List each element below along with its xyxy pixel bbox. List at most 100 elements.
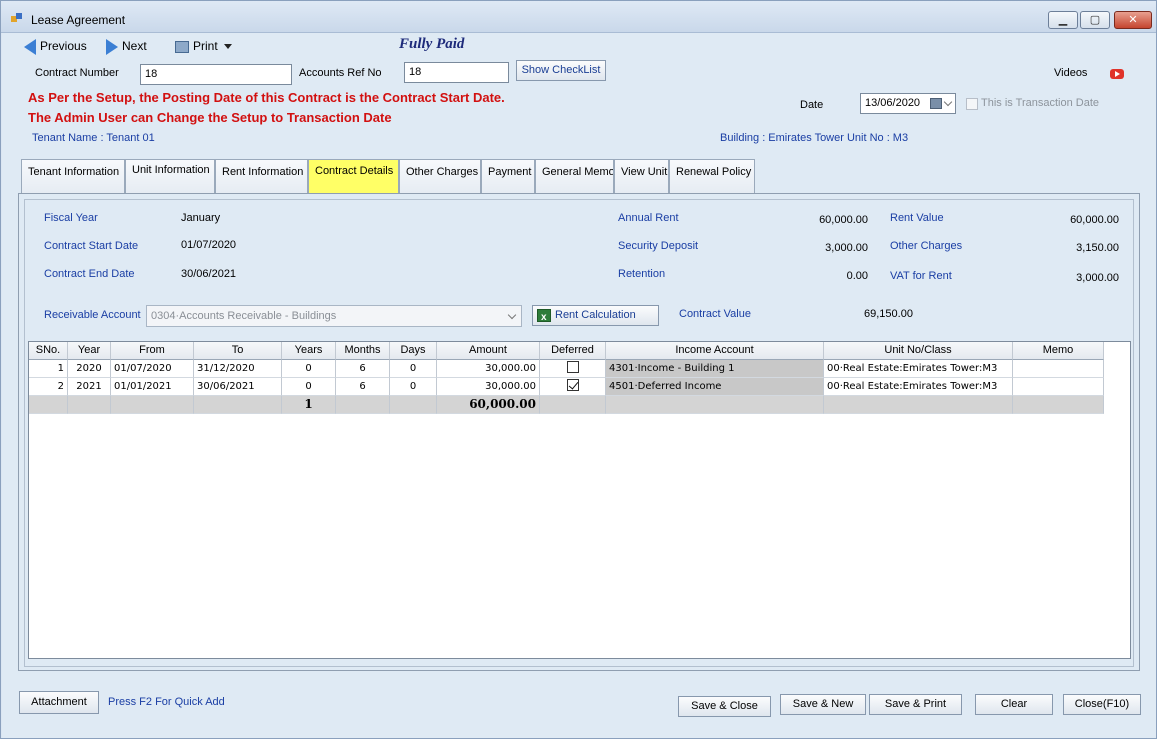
attachment-button[interactable]: Attachment	[19, 691, 99, 714]
close-button[interactable]: Close(F10)	[1063, 694, 1141, 715]
row-unit-class[interactable]: 00·Real Estate:Emirates Tower:M3	[824, 378, 1013, 396]
tab-other-charges[interactable]: Other Charges	[399, 159, 481, 193]
footer-blank	[540, 396, 606, 414]
footer-amount-total: 60,000.00	[437, 396, 540, 414]
row-memo[interactable]	[1013, 360, 1104, 378]
row-year[interactable]: 2020	[68, 360, 111, 378]
row-from[interactable]: 01/07/2020	[111, 360, 194, 378]
tab-contract-details[interactable]: Contract Details	[308, 159, 399, 194]
row-months[interactable]: 6	[336, 378, 390, 396]
schedule-grid: SNo. Year From To Years Months Days Amou…	[28, 341, 1131, 659]
row-income-account[interactable]: 4501·Deferred Income	[606, 378, 824, 396]
row-days[interactable]: 0	[390, 360, 437, 378]
quick-add-hint: Press F2 For Quick Add	[108, 696, 225, 708]
receivable-account-value: 0304·Accounts Receivable - Buildings	[151, 310, 337, 322]
accounts-ref-label: Accounts Ref No	[299, 67, 382, 79]
previous-button[interactable]: Previous	[24, 36, 87, 56]
contract-value-value: 69,150.00	[864, 308, 913, 320]
deferred-checkbox[interactable]	[566, 361, 579, 373]
next-button[interactable]: Next	[106, 36, 147, 56]
form-content: Previous Next Print Fully Paid Contract …	[2, 33, 1156, 738]
col-years: Years	[282, 342, 336, 360]
posting-notice-line2: The Admin User can Change the Setup to T…	[28, 110, 392, 125]
contract-start-value: 01/07/2020	[181, 239, 237, 251]
print-button[interactable]: Print	[175, 36, 232, 56]
row-memo[interactable]	[1013, 378, 1104, 396]
footer-blank	[111, 396, 194, 414]
transaction-date-checkbox[interactable]	[966, 98, 978, 110]
date-value: 13/06/2020	[865, 97, 921, 109]
row-to[interactable]: 31/12/2020	[194, 360, 282, 378]
col-months: Months	[336, 342, 390, 360]
posting-notice-line1: As Per the Setup, the Posting Date of th…	[28, 90, 505, 105]
close-window-button[interactable]: ✕	[1114, 11, 1152, 29]
row-income-account[interactable]: 4301·Income - Building 1	[606, 360, 824, 378]
row-sno: 1	[29, 360, 68, 378]
print-label: Print	[193, 39, 218, 53]
footer-blank	[336, 396, 390, 414]
footer-blank	[606, 396, 824, 414]
save-close-button[interactable]: Save & Close	[678, 696, 771, 717]
row-year[interactable]: 2021	[68, 378, 111, 396]
other-charges-value: 3,150.00	[1076, 242, 1119, 254]
date-label: Date	[800, 99, 824, 111]
vat-label: VAT for Rent	[890, 270, 952, 282]
row-deferred[interactable]	[540, 378, 606, 396]
rent-calculation-button[interactable]: Rent Calculation	[532, 305, 659, 327]
contract-start-label: Contract Start Date	[44, 240, 139, 252]
chevron-down-icon	[943, 97, 953, 107]
col-income-account: Income Account	[606, 342, 824, 360]
row-deferred[interactable]	[540, 360, 606, 378]
row-amount[interactable]: 30,000.00	[437, 378, 540, 396]
tab-view-unit[interactable]: View Unit	[614, 159, 669, 193]
videos-label: Videos	[1054, 67, 1088, 79]
annual-rent-value: 60,000.00	[819, 214, 868, 226]
accounts-ref-input[interactable]: 18	[404, 62, 509, 83]
row-from[interactable]: 01/01/2021	[111, 378, 194, 396]
save-print-button[interactable]: Save & Print	[869, 694, 962, 715]
youtube-icon[interactable]	[1110, 69, 1124, 79]
row-days[interactable]: 0	[390, 378, 437, 396]
tab-general-memo[interactable]: General Memo	[535, 159, 614, 193]
show-checklist-button[interactable]: Show CheckList	[516, 60, 606, 81]
excel-icon	[537, 308, 551, 327]
col-sno: SNo.	[29, 342, 68, 360]
next-label: Next	[122, 39, 147, 53]
row-to[interactable]: 30/06/2021	[194, 378, 282, 396]
chevron-down-icon	[507, 310, 517, 320]
tab-payment[interactable]: Payment	[481, 159, 535, 193]
vat-value: 3,000.00	[1076, 272, 1119, 284]
security-deposit-value: 3,000.00	[825, 242, 868, 254]
status-badge: Fully Paid	[399, 36, 465, 52]
save-new-button[interactable]: Save & New	[780, 694, 866, 715]
row-unit-class[interactable]: 00·Real Estate:Emirates Tower:M3	[824, 360, 1013, 378]
app-icon	[11, 13, 22, 22]
deferred-checkbox[interactable]	[566, 379, 579, 391]
tab-unit-information[interactable]: Unit Information	[125, 159, 215, 193]
contract-number-input[interactable]: 18	[140, 64, 292, 85]
previous-label: Previous	[40, 39, 87, 53]
maximize-button[interactable]: ▢	[1080, 11, 1110, 29]
row-months[interactable]: 6	[336, 360, 390, 378]
col-year: Year	[68, 342, 111, 360]
row-amount[interactable]: 30,000.00	[437, 360, 540, 378]
row-years[interactable]: 0	[282, 360, 336, 378]
clear-button[interactable]: Clear	[975, 694, 1053, 715]
footer-blank	[1013, 396, 1104, 414]
minimize-icon: ▁	[1058, 14, 1068, 26]
row-years[interactable]: 0	[282, 378, 336, 396]
footer-years-total: 1	[282, 396, 336, 414]
maximize-icon: ▢	[1089, 14, 1101, 26]
tab-renewal-policy[interactable]: Renewal Policy	[669, 159, 755, 193]
date-picker[interactable]: 13/06/2020	[860, 93, 956, 114]
calendar-icon[interactable]	[930, 98, 942, 109]
tab-rent-information[interactable]: Rent Information	[215, 159, 308, 193]
receivable-account-label: Receivable Account	[44, 309, 141, 321]
receivable-account-select[interactable]: 0304·Accounts Receivable - Buildings	[146, 305, 522, 327]
col-memo: Memo	[1013, 342, 1104, 360]
minimize-button[interactable]: ▁	[1048, 11, 1078, 29]
lease-agreement-window: Lease Agreement ▁ ▢ ✕ Previous Next Prin…	[0, 0, 1157, 739]
footer-blank	[194, 396, 282, 414]
tab-tenant-information[interactable]: Tenant Information	[21, 159, 125, 193]
contract-end-label: Contract End Date	[44, 268, 135, 280]
